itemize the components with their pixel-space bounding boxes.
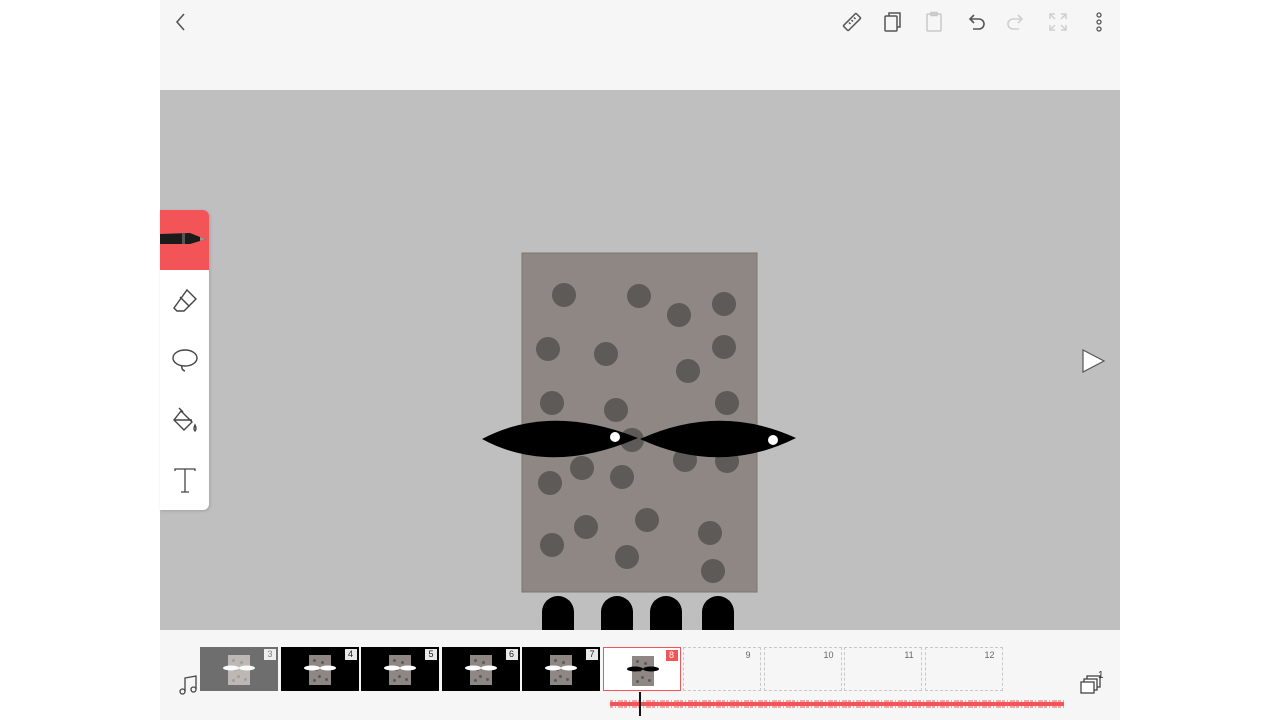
character-feet	[542, 596, 734, 630]
ruler-button[interactable]	[836, 6, 868, 38]
paint-bucket-icon	[172, 407, 197, 432]
layer-count: 1	[1098, 670, 1104, 681]
more-options-button[interactable]	[1083, 6, 1115, 38]
fullscreen-button[interactable]	[1042, 6, 1074, 38]
canvas-artwork	[482, 252, 796, 630]
timeline-frame[interactable]: 6	[441, 647, 520, 691]
text-tool-button[interactable]	[160, 450, 209, 510]
paste-icon	[926, 11, 942, 32]
timeline-frame[interactable]: 4	[280, 647, 359, 691]
redo-button[interactable]	[1000, 6, 1032, 38]
frame-number: 10	[823, 650, 834, 660]
text-icon	[173, 468, 196, 493]
paste-button[interactable]	[918, 6, 950, 38]
frame-number: 6	[505, 649, 518, 660]
timeline-frame[interactable]: 9	[683, 647, 761, 691]
timeline-frame[interactable]: 10	[763, 647, 842, 691]
frame-number: 7	[586, 649, 598, 660]
frame-number: 5	[425, 649, 437, 660]
back-button[interactable]	[165, 6, 197, 38]
frame-number: 4	[344, 649, 357, 660]
frame-number: 9	[745, 650, 751, 660]
timeline-frame[interactable]: 12	[924, 647, 1003, 691]
timeline-frame[interactable]: 7	[522, 647, 600, 691]
timeline-frame[interactable]: 11	[844, 647, 922, 691]
eraser-tool-button[interactable]	[160, 270, 209, 330]
frame-number: 3	[264, 649, 276, 660]
fullscreen-icon	[1049, 13, 1067, 31]
frame-number: 8	[665, 650, 678, 661]
more-vertical-icon	[1096, 12, 1102, 32]
lasso-icon	[171, 349, 198, 372]
frame-thumbnail-eyes	[545, 665, 577, 671]
eraser-icon	[172, 288, 197, 312]
frame-number: 11	[904, 650, 914, 660]
undo-button[interactable]	[960, 6, 992, 38]
pen-tool-button[interactable]	[160, 210, 209, 270]
frame-thumbnail-eyes	[223, 665, 255, 671]
copy-icon	[884, 12, 901, 32]
pen-icon	[160, 233, 206, 244]
frame-thumbnail-eyes	[626, 666, 659, 672]
fill-tool-button[interactable]	[160, 390, 209, 450]
tools-panel	[160, 210, 209, 510]
timeline-frame[interactable]: 3	[200, 647, 278, 691]
app-window: 3 4 5 6 7 8 9 10 11 12 1	[160, 0, 1120, 720]
play-icon[interactable]	[1078, 346, 1108, 376]
playhead[interactable]	[639, 692, 641, 716]
music-icon[interactable]	[176, 673, 200, 697]
frame-number: 12	[984, 650, 995, 660]
redo-icon	[1007, 14, 1024, 30]
frame-thumbnail-eyes	[303, 665, 336, 671]
back-arrow-icon	[175, 13, 185, 31]
top-toolbar	[160, 0, 1120, 90]
undo-icon	[968, 14, 985, 30]
drawing-canvas[interactable]	[160, 90, 1120, 630]
frame-thumbnail-eyes	[464, 665, 497, 671]
timeline-frame[interactable]: 5	[361, 647, 439, 691]
timeline: 3 4 5 6 7 8 9 10 11 12 1	[160, 630, 1120, 720]
copy-button[interactable]	[877, 6, 909, 38]
lasso-tool-button[interactable]	[160, 330, 209, 390]
frame-thumbnail-eyes	[384, 665, 416, 671]
timeline-frame[interactable]: 8	[602, 647, 681, 691]
ruler-icon	[842, 12, 862, 32]
audio-waveform	[610, 700, 1064, 708]
